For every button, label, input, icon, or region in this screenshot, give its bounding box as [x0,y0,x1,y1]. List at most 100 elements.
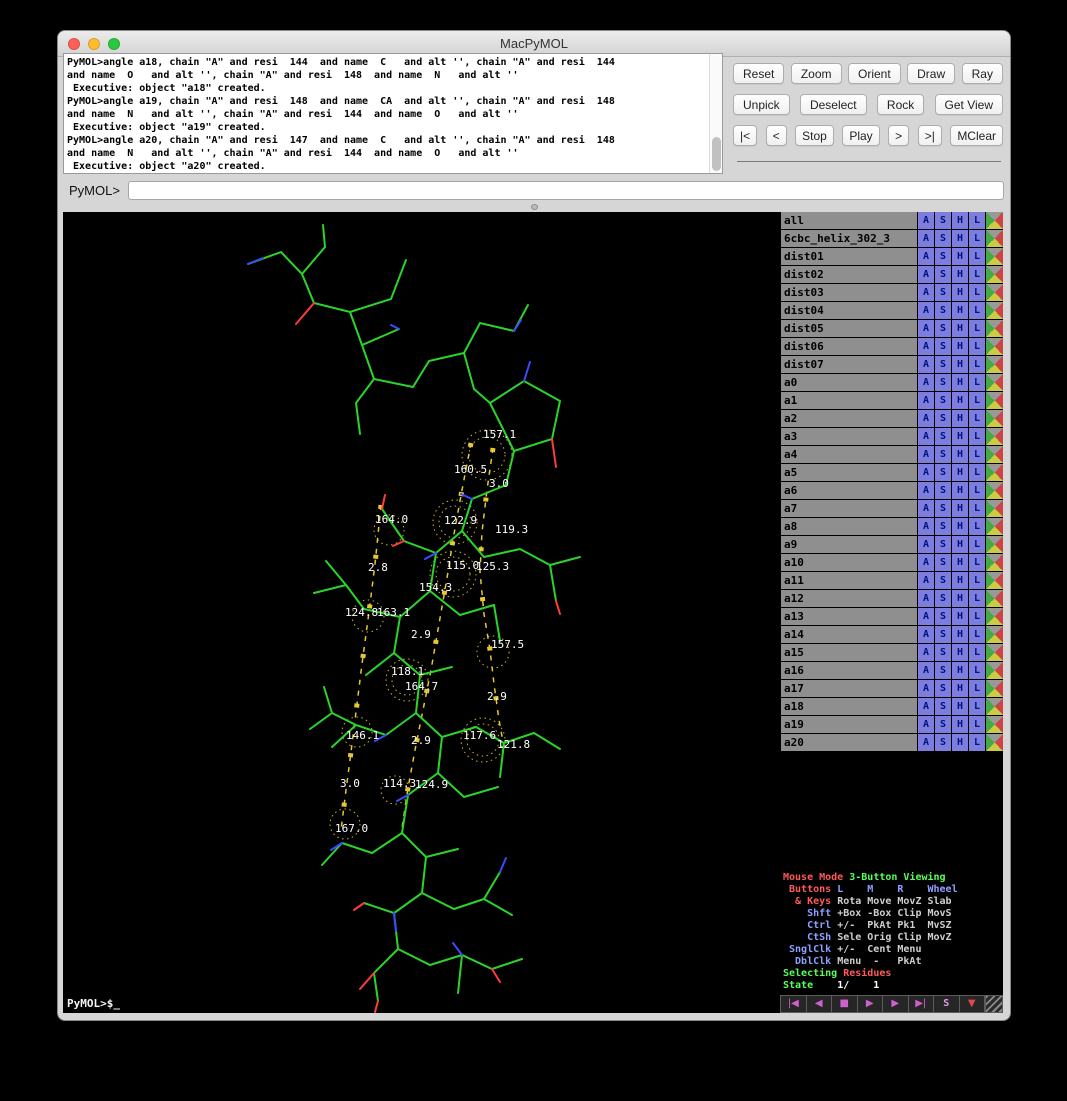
a3-color-menu-button[interactable] [986,428,1003,445]
dist04-color-menu-button[interactable] [986,302,1003,319]
object-name-a18[interactable]: a18 [781,698,917,715]
dist02-h-button[interactable]: H [952,266,968,283]
object-name-a14[interactable]: a14 [781,626,917,643]
a12-color-menu-button[interactable] [986,590,1003,607]
scene-button[interactable]: S [933,995,960,1013]
a2-h-button[interactable]: H [952,410,968,427]
object-name-a9[interactable]: a9 [781,536,917,553]
a5-a-button[interactable]: A [918,464,934,481]
a19-s-button[interactable]: S [935,716,951,733]
step-button[interactable]: |< [733,125,757,146]
all-h-button[interactable]: H [952,212,968,229]
zoom-button[interactable]: Zoom [791,63,842,84]
object-name-a0[interactable]: a0 [781,374,917,391]
a2-s-button[interactable]: S [935,410,951,427]
a13-h-button[interactable]: H [952,608,968,625]
a16-a-button[interactable]: A [918,662,934,679]
a19-l-button[interactable]: L [969,716,985,733]
object-name-dist07[interactable]: dist07 [781,356,917,373]
step-button[interactable]: >| [918,125,942,146]
a18-a-button[interactable]: A [918,698,934,715]
step-forward-button[interactable]: ▶ [882,995,909,1013]
movie-frame-slider[interactable] [737,161,1001,162]
dist07-s-button[interactable]: S [935,356,951,373]
a9-h-button[interactable]: H [952,536,968,553]
a4-color-menu-button[interactable] [986,446,1003,463]
object-name-dist05[interactable]: dist05 [781,320,917,337]
a11-a-button[interactable]: A [918,572,934,589]
a17-h-button[interactable]: H [952,680,968,697]
a9-color-menu-button[interactable] [986,536,1003,553]
dist03-a-button[interactable]: A [918,284,934,301]
a17-l-button[interactable]: L [969,680,985,697]
stop-button[interactable]: ■ [831,995,858,1013]
object-name-a15[interactable]: a15 [781,644,917,661]
dist05-color-menu-button[interactable] [986,320,1003,337]
a2-color-menu-button[interactable] [986,410,1003,427]
a15-color-menu-button[interactable] [986,644,1003,661]
molecule-view[interactable]: 157.1160.53.0164.0122.9119.32.8115.0125.… [63,212,781,1013]
a3-s-button[interactable]: S [935,428,951,445]
object-name-a6[interactable]: a6 [781,482,917,499]
dist02-a-button[interactable]: A [918,266,934,283]
a12-a-button[interactable]: A [918,590,934,607]
a11-s-button[interactable]: S [935,572,951,589]
object-name-a12[interactable]: a12 [781,590,917,607]
a2-l-button[interactable]: L [969,410,985,427]
step-button[interactable]: > [888,125,909,146]
dist06-s-button[interactable]: S [935,338,951,355]
dist05-h-button[interactable]: H [952,320,968,337]
mclear-button[interactable]: MClear [950,125,1003,146]
a7-h-button[interactable]: H [952,500,968,517]
a19-color-menu-button[interactable] [986,716,1003,733]
a20-a-button[interactable]: A [918,734,934,751]
all-s-button[interactable]: S [935,212,951,229]
a6-l-button[interactable]: L [969,482,985,499]
a8-color-menu-button[interactable] [986,518,1003,535]
dist07-h-button[interactable]: H [952,356,968,373]
a13-l-button[interactable]: L [969,608,985,625]
console-output[interactable]: PyMOL>angle a18, chain "A" and resi 144 … [63,53,723,174]
a15-a-button[interactable]: A [918,644,934,661]
dist06-l-button[interactable]: L [969,338,985,355]
a9-l-button[interactable]: L [969,536,985,553]
a16-l-button[interactable]: L [969,662,985,679]
a5-s-button[interactable]: S [935,464,951,481]
object-name-a4[interactable]: a4 [781,446,917,463]
dist01-a-button[interactable]: A [918,248,934,265]
play-button[interactable]: ▶ [857,995,884,1013]
dist01-h-button[interactable]: H [952,248,968,265]
a10-l-button[interactable]: L [969,554,985,571]
a16-color-menu-button[interactable] [986,662,1003,679]
a14-color-menu-button[interactable] [986,626,1003,643]
dist03-l-button[interactable]: L [969,284,985,301]
dist02-l-button[interactable]: L [969,266,985,283]
object-name-a2[interactable]: a2 [781,410,917,427]
a16-h-button[interactable]: H [952,662,968,679]
a17-s-button[interactable]: S [935,680,951,697]
object-name-a16[interactable]: a16 [781,662,917,679]
a4-a-button[interactable]: A [918,446,934,463]
resize-grip[interactable] [985,995,1003,1013]
play-button[interactable]: Play [842,125,879,146]
a13-color-menu-button[interactable] [986,608,1003,625]
a1-color-menu-button[interactable] [986,392,1003,409]
a5-h-button[interactable]: H [952,464,968,481]
a6-s-button[interactable]: S [935,482,951,499]
a10-a-button[interactable]: A [918,554,934,571]
object-name-a5[interactable]: a5 [781,464,917,481]
a12-h-button[interactable]: H [952,590,968,607]
a18-l-button[interactable]: L [969,698,985,715]
a17-color-menu-button[interactable] [986,680,1003,697]
a10-h-button[interactable]: H [952,554,968,571]
a0-h-button[interactable]: H [952,374,968,391]
a15-h-button[interactable]: H [952,644,968,661]
object-name-a11[interactable]: a11 [781,572,917,589]
all-color-menu-button[interactable] [986,212,1003,229]
a14-s-button[interactable]: S [935,626,951,643]
object-name-a3[interactable]: a3 [781,428,917,445]
a15-l-button[interactable]: L [969,644,985,661]
a13-a-button[interactable]: A [918,608,934,625]
dist05-s-button[interactable]: S [935,320,951,337]
a0-s-button[interactable]: S [935,374,951,391]
